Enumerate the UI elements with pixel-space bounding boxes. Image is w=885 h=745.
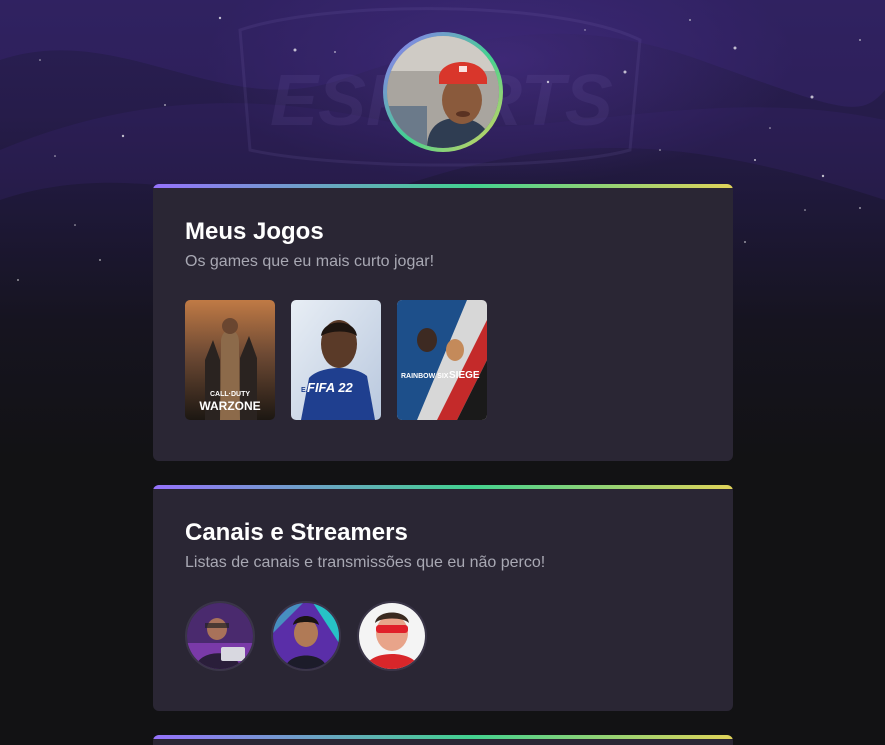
game-cover-fifa22[interactable]: EA FIFA 22 (291, 300, 381, 420)
streamer-avatar-1-icon[interactable] (185, 601, 255, 671)
games-card: Meus Jogos Os games que eu mais curto jo… (153, 184, 733, 461)
fifa-cover-line2: FIFA 22 (307, 380, 354, 395)
game-cover-warzone[interactable]: CALL·DUTY WARZONE (185, 300, 275, 420)
next-card (153, 735, 733, 745)
channels-list (185, 601, 427, 671)
game-cover-rainbow-six-siege[interactable]: RAINBOW SIX SIEGE (397, 300, 487, 420)
streamer-avatar-2-icon[interactable] (271, 601, 341, 671)
channels-subtitle: Listas de canais e transmissões que eu n… (185, 554, 546, 571)
r6-cover-line1: RAINBOW SIX (401, 373, 449, 380)
channels-title: Canais e Streamers (185, 519, 408, 546)
warzone-cover-line1: CALL·DUTY (210, 391, 250, 398)
streamer-avatar-3-icon[interactable] (357, 601, 427, 671)
r6-cover-line2: SIEGE (449, 370, 480, 381)
profile-photo-icon (387, 36, 499, 148)
profile-avatar (383, 32, 503, 152)
games-list: CALL·DUTY WARZONE EA FIFA 22 RAINBOW SIX… (185, 300, 487, 420)
games-title: Meus Jogos (185, 218, 324, 245)
channels-card: Canais e Streamers Listas de canais e tr… (153, 485, 733, 711)
warzone-cover-line2: WARZONE (199, 399, 260, 413)
games-subtitle: Os games que eu mais curto jogar! (185, 253, 435, 270)
